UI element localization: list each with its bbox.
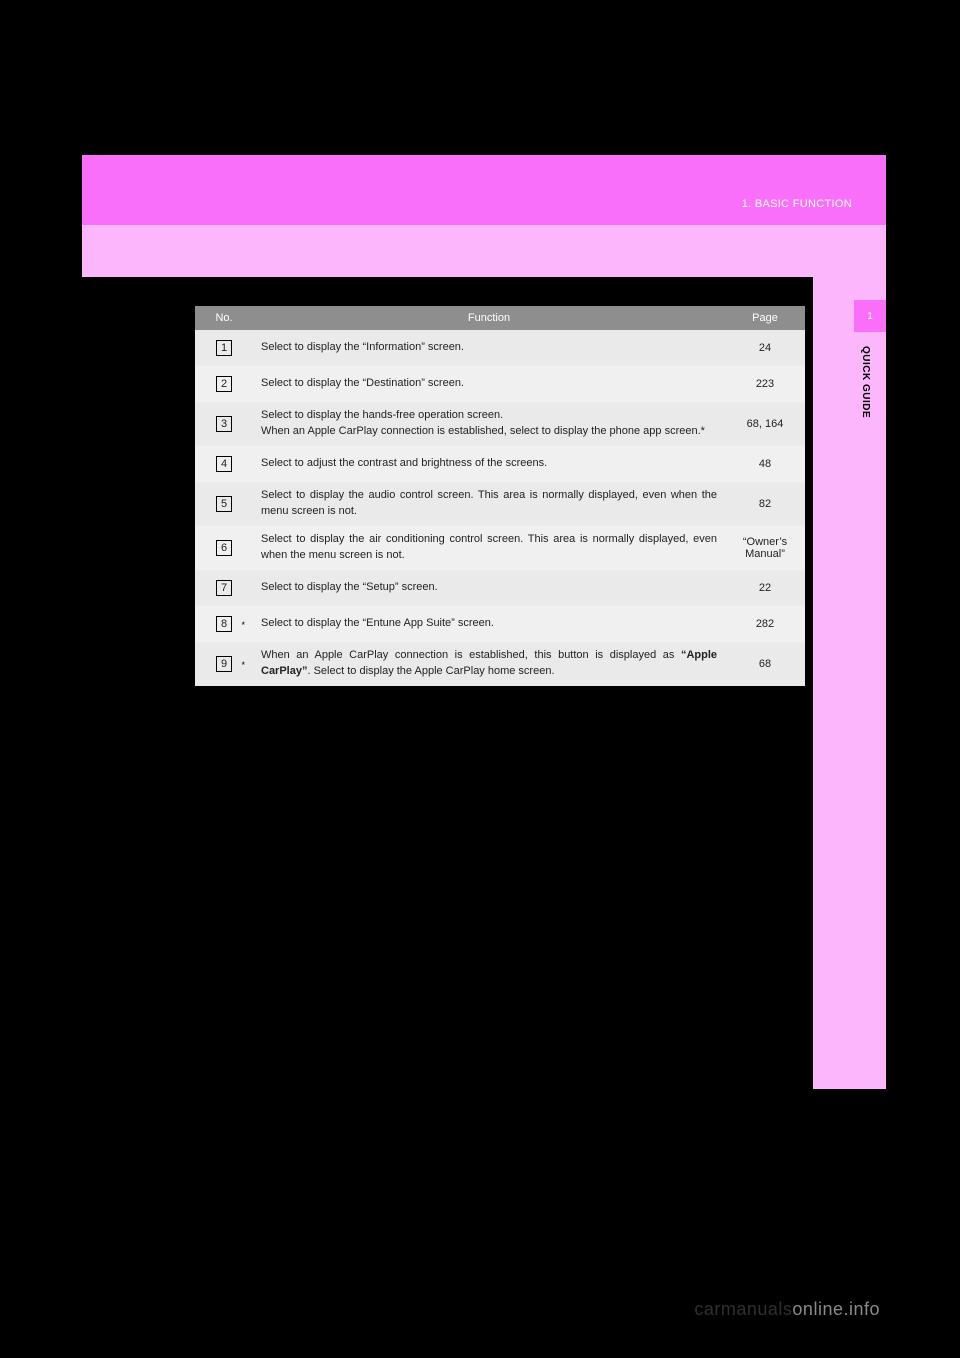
row-number-cell: 4 [195, 456, 253, 472]
section-tab-box: 1 [854, 300, 886, 332]
row-number-cell: 7 [195, 580, 253, 596]
table-row: 3 Select to display the hands-free opera… [195, 402, 805, 446]
boxed-number-icon: 1 [216, 340, 232, 356]
row-number-cell: 1 [195, 340, 253, 356]
row-page-cell: 48 [725, 458, 805, 470]
table-row: 9 * When an Apple CarPlay connection is … [195, 642, 805, 686]
header-bar-dark [82, 155, 886, 225]
right-rail [813, 277, 886, 1089]
row-number-cell: 6 [195, 540, 253, 556]
table-header-function: Function [253, 312, 725, 324]
function-table: No. Function Page 1 Select to display th… [195, 306, 805, 686]
row9-text-post: . Select to display the Apple CarPlay ho… [307, 665, 554, 677]
row9-text-pre: When an Apple CarPlay connection is esta… [261, 649, 681, 661]
boxed-number-icon: 5 [216, 496, 232, 512]
watermark-main: carmanuals [694, 1299, 792, 1319]
boxed-number-icon: 6 [216, 540, 232, 556]
table-header-row: No. Function Page [195, 306, 805, 330]
row-page-cell: 282 [725, 618, 805, 630]
row-function-text: Select to display the hands-free operati… [261, 409, 705, 437]
row-page-cell: 22 [725, 582, 805, 594]
row-function-cell: When an Apple CarPlay connection is esta… [253, 648, 725, 680]
row-function-cell: Select to display the “Destination” scre… [253, 376, 725, 392]
asterisk-icon: * [241, 620, 245, 630]
row-number-cell: 9 * [195, 656, 253, 672]
row-page-cell: 24 [725, 342, 805, 354]
row-function-cell: Select to display the “Entune App Suite”… [253, 616, 725, 632]
row-function-cell: Select to display the “Information” scre… [253, 340, 725, 356]
boxed-number-icon: 8 [216, 616, 232, 632]
row-page-cell: “Owner’s Manual” [725, 536, 805, 560]
boxed-number-icon: 9 [216, 656, 232, 672]
table-row: 8 * Select to display the “Entune App Su… [195, 606, 805, 642]
table-row: 2 Select to display the “Destination” sc… [195, 366, 805, 402]
row-number-cell: 5 [195, 496, 253, 512]
row-number-cell: 3 [195, 416, 253, 432]
row-function-cell: Select to adjust the contrast and bright… [253, 456, 725, 472]
table-header-no: No. [195, 312, 253, 324]
table-row: 4 Select to adjust the contrast and brig… [195, 446, 805, 482]
boxed-number-icon: 2 [216, 376, 232, 392]
row-number-cell: 2 [195, 376, 253, 392]
row-page-cell: 68, 164 [725, 418, 805, 430]
asterisk-icon: * [241, 660, 245, 670]
row-function-cell: Select to display the hands-free operati… [253, 408, 725, 440]
boxed-number-icon: 4 [216, 456, 232, 472]
table-row: 5 Select to display the audio control sc… [195, 482, 805, 526]
row-function-cell: Select to display the “Setup” screen. [253, 580, 725, 596]
header-bar-light [82, 225, 886, 277]
row-page-cell: 82 [725, 498, 805, 510]
source-watermark: carmanualsonline.info [694, 1299, 880, 1320]
row-number-cell: 8 * [195, 616, 253, 632]
watermark-light: online.info [792, 1299, 880, 1319]
table-header-page: Page [725, 312, 805, 324]
header-section-label: 1. BASIC FUNCTION [742, 198, 852, 210]
section-tab-number: 1 [867, 311, 873, 322]
row-function-cell: Select to display the air conditioning c… [253, 532, 725, 564]
table-row: 6 Select to display the air conditioning… [195, 526, 805, 570]
boxed-number-icon: 3 [216, 416, 232, 432]
table-row: 7 Select to display the “Setup” screen. … [195, 570, 805, 606]
side-guide-label: QUICK GUIDE [860, 346, 871, 418]
row-function-cell: Select to display the audio control scre… [253, 488, 725, 520]
row-page-cell: 68 [725, 658, 805, 670]
manual-page: 1 1. BASIC FUNCTION QUICK GUIDE No. Func… [0, 0, 960, 1358]
row-page-cell: 223 [725, 378, 805, 390]
table-row: 1 Select to display the “Information” sc… [195, 330, 805, 366]
boxed-number-icon: 7 [216, 580, 232, 596]
